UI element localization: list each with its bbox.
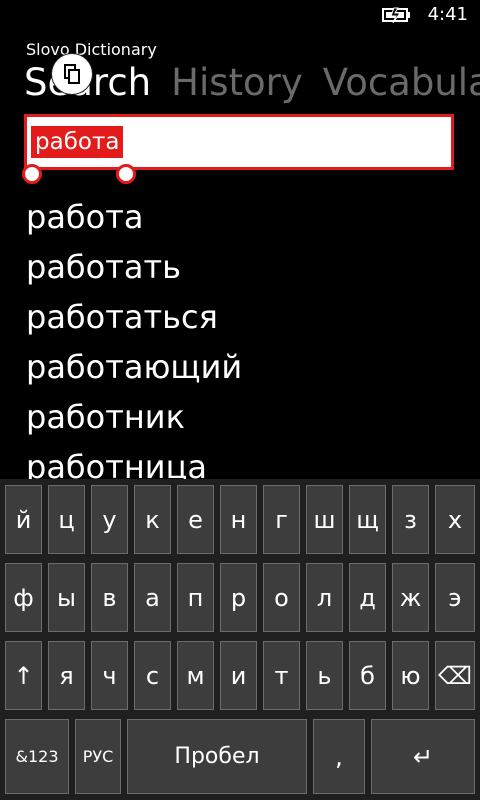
symbols-key[interactable]: &123 (5, 719, 69, 794)
key-щ[interactable]: щ (349, 485, 386, 554)
pivot-header: SearchHistoryVocabula (24, 60, 480, 106)
key-б[interactable]: б (349, 641, 386, 710)
key-ш[interactable]: ш (306, 485, 343, 554)
phone-screen: 4:41 Slovo Dictionary SearchHistoryVocab… (0, 0, 480, 800)
key-к[interactable]: к (134, 485, 171, 554)
key-д[interactable]: д (349, 563, 386, 632)
key-п[interactable]: п (177, 563, 214, 632)
enter-key[interactable]: ↵ (371, 719, 475, 794)
key-с[interactable]: с (134, 641, 171, 710)
key-я[interactable]: я (48, 641, 85, 710)
app-title: Slovo Dictionary (26, 40, 157, 59)
key-а[interactable]: а (134, 563, 171, 632)
key-г[interactable]: г (263, 485, 300, 554)
key-в[interactable]: в (91, 563, 128, 632)
key-э[interactable]: э (435, 563, 475, 632)
shift-key[interactable]: ↑ (5, 641, 42, 710)
key-и[interactable]: и (220, 641, 257, 710)
search-input[interactable]: работа (24, 114, 454, 170)
key-н[interactable]: н (220, 485, 257, 554)
list-item[interactable]: работаться (26, 293, 466, 343)
backspace-key[interactable]: ⌫ (435, 641, 475, 710)
key-ж[interactable]: ж (392, 563, 429, 632)
search-input-value: работа (31, 126, 124, 158)
key-е[interactable]: е (177, 485, 214, 554)
comma-key[interactable]: , (313, 719, 365, 794)
tab-vocabulary[interactable]: Vocabula (323, 60, 480, 106)
key-ц[interactable]: ц (48, 485, 85, 554)
key-з[interactable]: з (392, 485, 429, 554)
list-item[interactable]: работать (26, 243, 466, 293)
key-й[interactable]: й (5, 485, 42, 554)
list-item[interactable]: работник (26, 393, 466, 443)
key-р[interactable]: р (220, 563, 257, 632)
selection-start-handle[interactable] (22, 164, 42, 184)
key-о[interactable]: о (263, 563, 300, 632)
status-bar: 4:41 (0, 0, 480, 32)
selection-end-handle[interactable] (116, 164, 136, 184)
tab-history[interactable]: History (171, 60, 303, 106)
key-ч[interactable]: ч (91, 641, 128, 710)
key-л[interactable]: л (306, 563, 343, 632)
list-item[interactable]: работа (26, 193, 466, 243)
key-т[interactable]: т (263, 641, 300, 710)
key-х[interactable]: х (435, 485, 475, 554)
list-item[interactable]: работающий (26, 343, 466, 393)
key-ы[interactable]: ы (48, 563, 85, 632)
copy-button[interactable] (52, 54, 92, 94)
key-ю[interactable]: ю (392, 641, 429, 710)
status-time: 4:41 (427, 4, 468, 25)
key-ь[interactable]: ь (306, 641, 343, 710)
key-м[interactable]: м (177, 641, 214, 710)
key-ф[interactable]: ф (5, 563, 42, 632)
space-key[interactable]: Пробел (127, 719, 307, 794)
results-list: работа работать работаться работающий ра… (26, 193, 466, 493)
language-key[interactable]: РУС (75, 719, 121, 794)
battery-charging-icon (382, 7, 410, 23)
on-screen-keyboard: й ц у к е н г ш щ з х ф ы в а п р о л д … (0, 479, 480, 800)
key-у[interactable]: у (91, 485, 128, 554)
copy-icon (64, 64, 80, 84)
